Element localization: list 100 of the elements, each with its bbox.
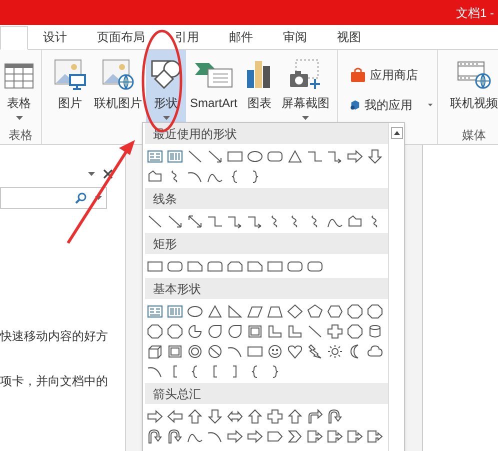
ribbon-tab[interactable]: 审阅 [268, 25, 322, 49]
elbow-arrow-icon[interactable] [327, 148, 343, 164]
oval-icon[interactable] [247, 148, 263, 164]
arrow-callout-icon[interactable] [327, 428, 343, 444]
cylinder-icon[interactable] [367, 324, 383, 338]
parallelogram-icon[interactable] [247, 304, 263, 318]
text-box-icon[interactable] [147, 148, 163, 164]
right-arrow-icon[interactable] [347, 148, 363, 164]
pie-icon[interactable] [187, 324, 203, 338]
rounded-rectangle-icon[interactable] [307, 258, 323, 274]
lightning-icon[interactable] [307, 344, 323, 358]
arrow-line-icon[interactable] [167, 214, 183, 228]
arrow-callout-icon[interactable] [347, 428, 363, 444]
bent-arrow-icon[interactable] [307, 408, 323, 424]
frame-icon[interactable] [167, 344, 183, 358]
donut-icon[interactable] [187, 344, 203, 358]
scroll-up-icon[interactable] [390, 127, 402, 139]
cloud-icon[interactable] [367, 344, 383, 358]
ribbon-tab[interactable]: 视图 [322, 25, 376, 49]
sun-icon[interactable] [327, 344, 343, 358]
pentagon-arrow-icon[interactable] [267, 428, 283, 444]
search-field[interactable] [0, 187, 107, 209]
diamond-icon[interactable] [287, 304, 303, 318]
left-right-arrow-icon[interactable] [227, 408, 243, 424]
text-box-icon[interactable] [147, 304, 163, 318]
teardrop-icon[interactable] [227, 324, 243, 338]
rounded-rectangle-icon[interactable] [167, 258, 183, 274]
octagon-icon[interactable] [367, 304, 383, 318]
ribbon-tab[interactable]: 页面布局 [82, 25, 160, 49]
ribbon-button[interactable]: 联机视频 [446, 50, 498, 122]
down-arrow-icon[interactable] [367, 148, 383, 164]
arrow-callout-icon[interactable] [367, 428, 383, 444]
arrow-line-icon[interactable] [207, 148, 223, 164]
u-turn-arrow-icon[interactable] [147, 428, 163, 444]
elbow-line-icon[interactable] [207, 214, 223, 228]
triangle-icon[interactable] [287, 148, 303, 164]
elbow-line-icon[interactable] [307, 148, 323, 164]
ribbon-button[interactable]: 我的应用 [346, 92, 437, 118]
rounded-rectangle-icon[interactable] [267, 148, 283, 164]
right-arrow-icon[interactable] [227, 428, 243, 444]
right-arrow-icon[interactable] [147, 408, 163, 424]
octagon-icon[interactable] [347, 324, 363, 338]
teardrop-icon[interactable] [207, 324, 223, 338]
vertical-text-box-icon[interactable] [167, 148, 183, 164]
rounded-rectangle-icon[interactable] [287, 258, 303, 274]
ribbon-tab[interactable]: 设计 [28, 25, 82, 49]
u-turn-arrow-icon[interactable] [167, 428, 183, 444]
pentagon-icon[interactable] [307, 304, 323, 318]
up-arrow-icon[interactable] [187, 408, 203, 424]
cross-icon[interactable] [267, 408, 283, 424]
ribbon-tab[interactable]: 引用 [160, 25, 214, 49]
l-shape-icon[interactable] [267, 324, 283, 338]
scrollbar[interactable] [388, 123, 404, 451]
l-shape-icon[interactable] [287, 324, 303, 338]
close-icon[interactable] [103, 169, 113, 179]
oval-icon[interactable] [187, 304, 203, 318]
rectangle-icon[interactable] [247, 344, 263, 358]
trapezoid-icon[interactable] [267, 304, 283, 318]
up-arrow-icon[interactable] [287, 408, 303, 424]
frame-icon[interactable] [247, 324, 263, 338]
ribbon-button[interactable]: 形状 [146, 50, 186, 122]
octagon-icon[interactable] [147, 324, 163, 338]
line-icon[interactable] [307, 324, 323, 338]
up-arrow-icon[interactable] [247, 408, 263, 424]
heart-icon[interactable] [287, 344, 303, 358]
line-icon[interactable] [187, 148, 203, 164]
ribbon-button[interactable]: 联机图片 [90, 50, 146, 122]
ribbon-button[interactable]: SmartArt [186, 50, 242, 122]
smiley-icon[interactable] [267, 344, 283, 358]
triangle-icon[interactable] [207, 304, 223, 318]
down-arrow-icon[interactable] [207, 408, 223, 424]
cross-icon[interactable] [327, 324, 343, 338]
rectangle-icon[interactable] [227, 148, 243, 164]
u-turn-arrow-icon[interactable] [327, 408, 343, 424]
ribbon-button[interactable]: 图片 [50, 50, 90, 122]
section-header: 线条 [145, 188, 388, 209]
freeform-icon[interactable] [347, 214, 363, 228]
right-triangle-icon[interactable] [227, 304, 243, 318]
ribbon-button[interactable]: 屏幕截图 [277, 50, 334, 122]
rectangle-icon[interactable] [147, 258, 163, 274]
elbow-arrow-icon[interactable] [247, 214, 263, 228]
freeform-icon[interactable] [147, 168, 163, 184]
arrow-callout-icon[interactable] [307, 428, 323, 444]
right-arrow-icon[interactable] [247, 428, 263, 444]
ribbon-button[interactable]: 应用商店 [346, 62, 437, 88]
cube-icon[interactable] [147, 344, 163, 358]
ribbon-tab[interactable]: 邮件 [214, 25, 268, 49]
elbow-arrow-icon[interactable] [227, 214, 243, 228]
chevron-icon[interactable] [287, 428, 303, 444]
vertical-text-box-icon[interactable] [167, 304, 183, 318]
double-arrow-line-icon[interactable] [187, 214, 203, 228]
hexagon-icon[interactable] [327, 304, 343, 318]
ribbon-button[interactable]: 表格 [0, 50, 38, 122]
ribbon-button[interactable]: 图表 [241, 50, 278, 122]
octagon-icon[interactable] [347, 304, 363, 318]
no-symbol-icon[interactable] [207, 344, 223, 358]
rectangle-icon[interactable] [267, 258, 283, 274]
line-icon[interactable] [147, 214, 163, 228]
left-arrow-icon[interactable] [167, 408, 183, 424]
octagon-icon[interactable] [167, 324, 183, 338]
